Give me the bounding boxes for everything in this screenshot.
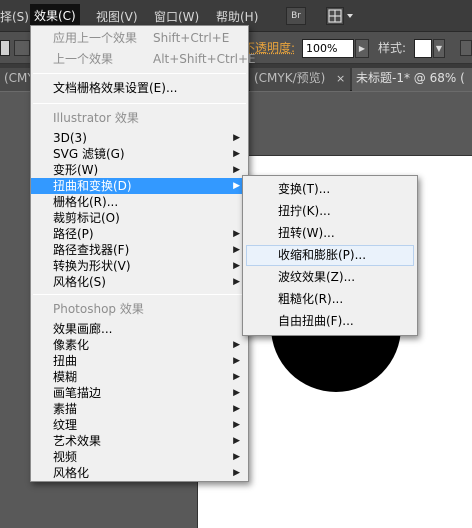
bridge-button[interactable]: Br — [286, 7, 306, 25]
menu-item-3d[interactable]: 3D(3) ▶ — [31, 130, 248, 146]
shortcut-text: Alt+Shift+Ctrl+E — [153, 52, 256, 66]
opacity-dropdown-icon[interactable]: ▶ — [355, 39, 369, 58]
submenu-item-roughen[interactable]: 粗糙化(R)... — [246, 289, 414, 310]
menu-item-label: 风格化(S) — [53, 275, 106, 289]
close-icon[interactable]: × — [336, 72, 345, 86]
photoshop-effects-header: Photoshop 效果 — [53, 302, 144, 316]
menu-item-label: 模糊 — [53, 370, 78, 384]
menu-item-last-effect[interactable]: 上一个效果 Alt+Shift+Ctrl+E — [31, 51, 256, 67]
menu-item-pixelate[interactable]: 像素化 ▶ — [31, 337, 248, 353]
menu-item-label: 扭曲和变换(D) — [53, 179, 132, 193]
menu-item-pathfinder[interactable]: 路径查找器(F) ▶ — [31, 242, 248, 258]
submenu-arrow-icon: ▶ — [233, 229, 240, 239]
submenu-item-tweak[interactable]: 扭拧(K)... — [246, 201, 414, 222]
menu-item-warp[interactable]: 变形(W) ▶ — [31, 162, 248, 178]
submenu-item-zig-zag[interactable]: 波纹效果(Z)... — [246, 267, 414, 288]
menu-item-sketch[interactable]: 素描 ▶ — [31, 401, 248, 417]
menu-separator — [33, 103, 246, 104]
menu-item-label: 扭曲 — [53, 354, 78, 368]
menu-item-crop-marks[interactable]: 裁剪标记(O) — [31, 210, 248, 226]
menu-item-convert-to-shape[interactable]: 转换为形状(V) ▶ — [31, 258, 248, 274]
menu-item-artistic[interactable]: 艺术效果 ▶ — [31, 433, 248, 449]
submenu-arrow-icon: ▶ — [233, 388, 240, 398]
submenu-arrow-icon: ▶ — [233, 420, 240, 430]
submenu-arrow-icon: ▶ — [233, 133, 240, 143]
style-label: 样式: — [378, 41, 407, 55]
fill-swatch[interactable] — [0, 40, 10, 56]
menu-item-label: 视频 — [53, 450, 78, 464]
tab-document-2[interactable]: (CMYK/预览) — [250, 68, 350, 91]
menu-item-effect-gallery[interactable]: 效果画廊... — [31, 321, 248, 337]
submenu-arrow-icon: ▶ — [233, 181, 240, 191]
tab-document-active[interactable]: 未标题-1* @ 68% ( — [352, 68, 472, 91]
menu-view[interactable]: 视图(V) — [96, 9, 138, 25]
menu-item-label: 艺术效果 — [53, 434, 102, 448]
menu-item-label: 纹理 — [53, 418, 78, 432]
submenu-arrow-icon: ▶ — [233, 436, 240, 446]
arrange-documents-icon[interactable] — [326, 7, 356, 25]
submenu-arrow-icon: ▶ — [233, 372, 240, 382]
menu-item-label: 路径查找器(F) — [53, 243, 130, 257]
menu-item-label: 路径(P) — [53, 227, 94, 241]
menu-item-label: 转换为形状(V) — [53, 259, 131, 273]
menu-item-label: 变形(W) — [53, 163, 99, 177]
menu-help[interactable]: 帮助(H) — [216, 9, 258, 25]
submenu-arrow-icon: ▶ — [233, 404, 240, 414]
submenu-item-transform[interactable]: 变换(T)... — [246, 179, 414, 200]
menu-item-texture[interactable]: 纹理 ▶ — [31, 417, 248, 433]
opacity-input[interactable]: 100% — [302, 39, 354, 58]
style-swatch[interactable] — [414, 39, 432, 58]
menu-item-label: 风格化 — [53, 466, 90, 480]
menu-item-distort-transform[interactable]: 扭曲和变换(D) ▶ — [31, 178, 248, 194]
menu-item-label: 素描 — [53, 402, 78, 416]
shortcut-text: Shift+Ctrl+E — [153, 31, 230, 45]
menu-item-blur[interactable]: 模糊 ▶ — [31, 369, 248, 385]
menu-item-label: 应用上一个效果 — [53, 31, 138, 45]
menu-item-label: 3D(3) — [53, 131, 87, 145]
menu-item-rasterize[interactable]: 栅格化(R)... — [31, 194, 248, 210]
submenu-arrow-icon: ▶ — [233, 245, 240, 255]
menu-item-label: 画笔描边 — [53, 386, 102, 400]
menu-item-label: 上一个效果 — [53, 52, 114, 66]
menu-item-brush-strokes[interactable]: 画笔描边 ▶ — [31, 385, 248, 401]
menu-item-path[interactable]: 路径(P) ▶ — [31, 226, 248, 242]
submenu-arrow-icon: ▶ — [233, 452, 240, 462]
menu-select[interactable]: 择(S) — [0, 9, 29, 25]
submenu-arrow-icon: ▶ — [233, 261, 240, 271]
fill-dropdown[interactable] — [14, 40, 30, 56]
effect-menu: 应用上一个效果 Shift+Ctrl+E 上一个效果 Alt+Shift+Ctr… — [30, 25, 256, 482]
menu-item-apply-last-effect[interactable]: 应用上一个效果 Shift+Ctrl+E — [31, 30, 248, 46]
menu-window[interactable]: 窗口(W) — [154, 9, 199, 25]
menu-item-document-raster-settings[interactable]: 文档栅格效果设置(E)... — [31, 80, 248, 96]
control-bar-overflow[interactable] — [460, 40, 472, 56]
menu-item-label: 像素化 — [53, 338, 90, 352]
submenu-arrow-icon: ▶ — [233, 356, 240, 366]
illustrator-effects-header: Illustrator 效果 — [53, 111, 139, 125]
submenu-item-free-distort[interactable]: 自由扭曲(F)... — [246, 311, 414, 332]
menu-separator — [33, 73, 246, 74]
menu-item-video[interactable]: 视频 ▶ — [31, 449, 248, 465]
menu-item-stylize[interactable]: 风格化(S) ▶ — [31, 274, 248, 290]
menu-item-stylize-photoshop[interactable]: 风格化 ▶ — [31, 465, 248, 481]
submenu-arrow-icon: ▶ — [233, 468, 240, 478]
distort-transform-submenu: 变换(T)... 扭拧(K)... 扭转(W)... 收缩和膨胀(P)... 波… — [242, 175, 418, 336]
submenu-arrow-icon: ▶ — [233, 149, 240, 159]
submenu-arrow-icon: ▶ — [233, 340, 240, 350]
menu-separator — [33, 294, 246, 295]
menu-item-distort[interactable]: 扭曲 ▶ — [31, 353, 248, 369]
submenu-arrow-icon: ▶ — [233, 165, 240, 175]
style-dropdown-icon[interactable]: ▼ — [433, 39, 445, 58]
submenu-arrow-icon: ▶ — [233, 277, 240, 287]
menu-item-label: SVG 滤镜(G) — [53, 147, 125, 161]
submenu-item-twist[interactable]: 扭转(W)... — [246, 223, 414, 244]
menu-item-svg-filters[interactable]: SVG 滤镜(G) ▶ — [31, 146, 248, 162]
submenu-item-pucker-bloat[interactable]: 收缩和膨胀(P)... — [246, 245, 414, 266]
